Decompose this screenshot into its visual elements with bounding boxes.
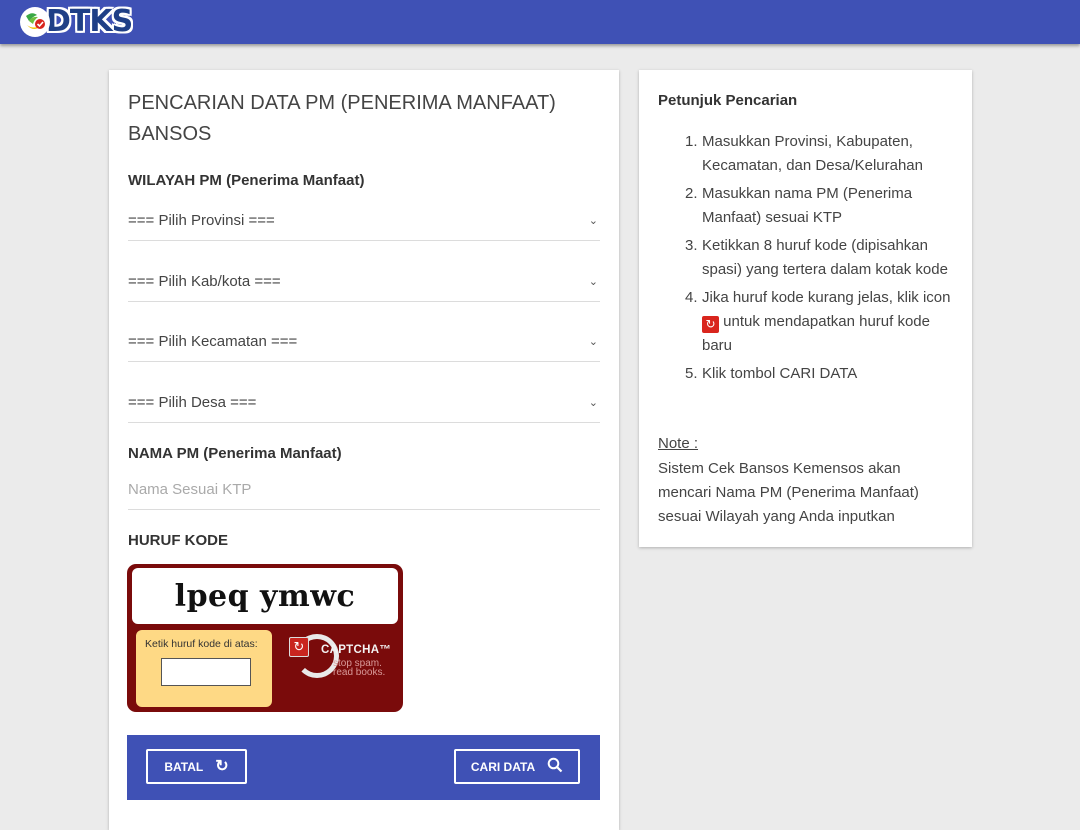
captcha-input[interactable] [161, 658, 251, 686]
logo-emblem-icon [20, 7, 50, 37]
captcha-refresh-icon[interactable]: ↻ [289, 637, 309, 657]
form-action-bar: BATAL ↻ CARI DATA [127, 735, 600, 800]
select-district-label: === Pilih Kecamatan === [128, 332, 298, 350]
help-title: Petunjuk Pencarian [658, 92, 798, 109]
search-icon [547, 757, 563, 777]
help-step: 5. Klik tombol CARI DATA [685, 365, 858, 382]
help-step: 3. Ketikkan 8 huruf kode (dipisahkan spa… [685, 237, 948, 278]
cancel-button-label: BATAL [164, 759, 204, 774]
captcha-branding: ↻ CAPTCHA™ stop spam. read books. [285, 632, 397, 704]
select-district[interactable]: === Pilih Kecamatan === ⌄ [128, 321, 600, 362]
help-step: 4. Jika huruf kode kurang jelas, klik ic… [685, 289, 951, 354]
chevron-down-icon: ⌄ [588, 275, 598, 288]
region-section-label: WILAYAH PM (Penerima Manfaat) [128, 172, 365, 189]
name-section-label: NAMA PM (Penerima Manfaat) [128, 445, 342, 462]
search-form-card: PENCARIAN DATA PM (PENERIMA MANFAAT) BAN… [109, 70, 619, 830]
chevron-down-icon: ⌄ [588, 214, 598, 227]
captcha-challenge-image: lpeq ymwc [132, 568, 398, 624]
chevron-down-icon: ⌄ [588, 396, 598, 409]
select-regency-label: === Pilih Kab/kota === [128, 272, 281, 290]
note-text: Sistem Cek Bansos Kemensos akan mencari … [658, 460, 919, 525]
captcha-entry-panel: Ketik huruf kode di atas: [136, 630, 272, 707]
top-app-bar: DTKS [0, 0, 1080, 44]
refresh-icon: ↻ [702, 316, 719, 333]
search-button-label: CARI DATA [470, 759, 536, 774]
dtks-logo[interactable]: DTKS [20, 4, 150, 40]
select-village-label: === Pilih Desa === [128, 393, 257, 411]
captcha-widget: lpeq ymwc Ketik huruf kode di atas: ↻ CA… [127, 564, 403, 712]
note-title: Note : [658, 435, 699, 452]
refresh-icon: ↻ [215, 757, 229, 775]
captcha-tagline: stop spam. read books. [333, 659, 386, 678]
captcha-tagline-2: read books. [333, 667, 386, 678]
select-village[interactable]: === Pilih Desa === ⌄ [128, 382, 600, 423]
captcha-entry-label: Ketik huruf kode di atas: [145, 638, 258, 650]
code-section-label: HURUF KODE [128, 532, 228, 549]
select-province[interactable]: === Pilih Provinsi === ⌄ [128, 200, 600, 241]
chevron-down-icon: ⌄ [588, 335, 598, 348]
help-card: Petunjuk Pencarian 1. Masukkan Provinsi,… [639, 70, 972, 547]
name-input[interactable] [128, 469, 600, 510]
help-step: 2. Masukkan nama PM (Penerima Manfaat) s… [685, 185, 913, 226]
logo-text: DTKS [46, 4, 133, 39]
select-province-label: === Pilih Provinsi === [128, 211, 275, 229]
search-button[interactable]: CARI DATA [454, 749, 580, 784]
captcha-brand-name: CAPTCHA™ [321, 644, 392, 656]
help-step: 1. Masukkan Provinsi, Kabupaten, Kecamat… [685, 133, 923, 174]
select-regency[interactable]: === Pilih Kab/kota === ⌄ [128, 261, 600, 302]
form-title: PENCARIAN DATA PM (PENERIMA MANFAAT) BAN… [128, 92, 556, 145]
cancel-button[interactable]: BATAL ↻ [146, 749, 247, 784]
help-steps-list: 1. Masukkan Provinsi, Kabupaten, Kecamat… [658, 130, 958, 390]
